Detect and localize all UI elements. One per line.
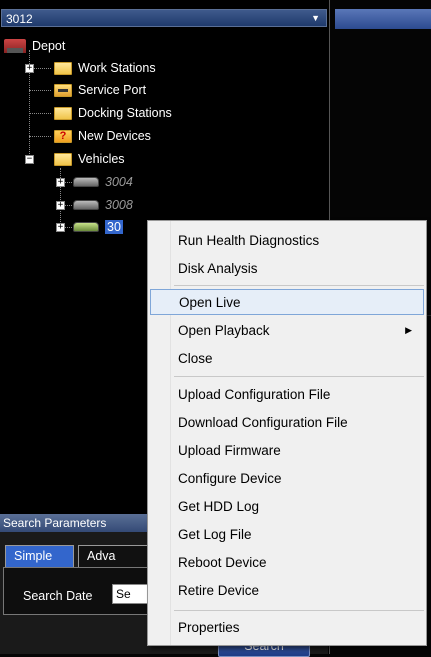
menu-item-properties[interactable]: Properties: [150, 615, 424, 641]
toolbox-folder-icon: [54, 83, 72, 97]
tree-node-docking-stations[interactable]: Docking Stations: [54, 104, 172, 122]
menu-item-label: Configure Device: [178, 471, 282, 486]
collapse-icon[interactable]: −: [25, 154, 34, 164]
tree-node-service-port[interactable]: Service Port: [54, 81, 146, 99]
tree-node-vehicle-3004[interactable]: + 3004: [56, 173, 133, 191]
menu-item-label: Get Log File: [178, 527, 252, 542]
menu-item-reboot-device[interactable]: Reboot Device: [150, 550, 424, 576]
tab-label: Adva: [87, 549, 116, 563]
search-date-value: Se: [116, 587, 131, 601]
tab-simple[interactable]: Simple: [5, 545, 74, 567]
expand-icon[interactable]: +: [25, 63, 34, 73]
expand-icon[interactable]: +: [56, 200, 65, 210]
bus-online-icon: [73, 222, 99, 232]
tree-connector: [29, 113, 51, 114]
tree-node-depot[interactable]: Depot: [4, 37, 65, 55]
tree-node-work-stations[interactable]: + Work Stations: [25, 59, 156, 77]
menu-item-label: Close: [178, 351, 213, 366]
menu-item-retire-device[interactable]: Retire Device: [150, 578, 424, 604]
tree-node-label: Service Port: [78, 83, 147, 97]
menu-item-label: Open Playback: [178, 323, 270, 338]
expand-icon[interactable]: +: [56, 177, 65, 187]
search-parameters-title: Search Parameters: [3, 516, 107, 530]
menu-item-label: Download Configuration File: [178, 415, 348, 430]
menu-item-label: Upload Firmware: [178, 443, 281, 458]
tree-node-label: 3004: [105, 175, 133, 189]
menu-item-label: Retire Device: [178, 583, 260, 598]
question-folder-icon: ?: [54, 129, 72, 143]
search-date-input[interactable]: Se: [112, 584, 152, 604]
chevron-down-icon[interactable]: ▼: [311, 13, 320, 23]
video-view-header: [335, 9, 431, 29]
folder-icon: [54, 61, 72, 75]
menu-item-label: Upload Configuration File: [178, 387, 331, 402]
menu-item-open-live[interactable]: Open Live: [150, 289, 424, 315]
tree-node-label: Depot: [32, 39, 66, 53]
tree-node-vehicle-selected[interactable]: + 30: [56, 218, 123, 236]
menu-item-close[interactable]: Close: [150, 346, 424, 372]
bus-icon: [73, 200, 99, 210]
menu-item-configure-device[interactable]: Configure Device: [150, 466, 424, 492]
bus-icon: [73, 177, 99, 187]
menu-separator: [174, 285, 424, 286]
device-context-menu: Run Health Diagnostics Disk Analysis Ope…: [147, 220, 427, 646]
menu-item-run-health-diagnostics[interactable]: Run Health Diagnostics: [150, 228, 424, 254]
submenu-arrow-icon: ▶: [405, 325, 412, 335]
vehicle-selector-value: 3012: [6, 12, 33, 26]
depot-icon: [4, 39, 26, 53]
tree-connector: [29, 90, 51, 91]
folder-icon: [54, 152, 72, 166]
tree-node-label: New Devices: [78, 129, 151, 143]
menu-item-label: Properties: [178, 620, 240, 635]
menu-item-label: Open Live: [179, 295, 241, 310]
menu-separator: [174, 610, 424, 611]
menu-item-upload-configuration-file[interactable]: Upload Configuration File: [150, 382, 424, 408]
tree-node-label: 3008: [105, 198, 133, 212]
menu-item-download-configuration-file[interactable]: Download Configuration File: [150, 410, 424, 436]
search-date-label: Search Date: [23, 589, 93, 603]
menu-item-label: Get HDD Log: [178, 499, 260, 514]
tree-node-label: Docking Stations: [78, 106, 172, 120]
tree-node-label: 30: [105, 220, 123, 234]
menu-item-upload-firmware[interactable]: Upload Firmware: [150, 438, 424, 464]
menu-item-open-playback[interactable]: Open Playback ▶: [150, 318, 424, 344]
menu-separator: [174, 376, 424, 377]
tree-node-label: Work Stations: [78, 61, 156, 75]
tree-node-vehicles[interactable]: − Vehicles: [25, 150, 125, 168]
menu-item-label: Reboot Device: [178, 555, 267, 570]
tree-connector: [29, 136, 51, 137]
vehicle-selector-dropdown[interactable]: 3012 ▼: [1, 9, 327, 27]
menu-item-label: Disk Analysis: [178, 261, 258, 276]
folder-icon: [54, 106, 72, 120]
tab-advanced[interactable]: Adva: [78, 545, 148, 567]
menu-item-disk-analysis[interactable]: Disk Analysis: [150, 256, 424, 282]
tree-node-label: Vehicles: [78, 152, 125, 166]
menu-item-get-log-file[interactable]: Get Log File: [150, 522, 424, 548]
tree-node-new-devices[interactable]: ? New Devices: [54, 127, 151, 145]
menu-item-get-hdd-log[interactable]: Get HDD Log: [150, 494, 424, 520]
tab-label: Simple: [14, 549, 53, 563]
expand-icon[interactable]: +: [56, 222, 65, 232]
menu-item-label: Run Health Diagnostics: [178, 233, 320, 248]
tree-node-vehicle-3008[interactable]: + 3008: [56, 196, 133, 214]
